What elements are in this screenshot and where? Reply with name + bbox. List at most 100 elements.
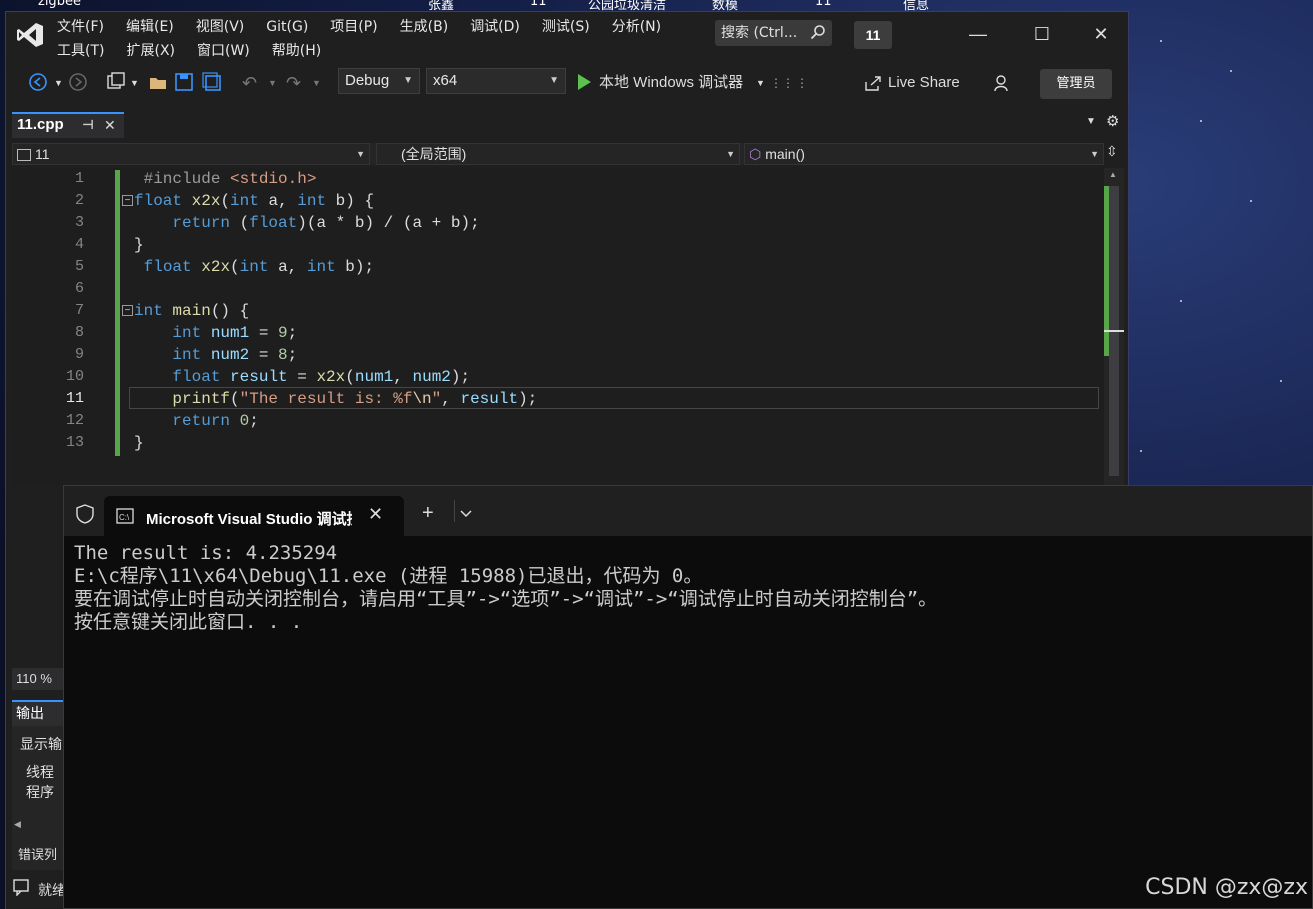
code-token: int: [306, 258, 336, 276]
debugger-dropdown-icon[interactable]: ▼: [756, 72, 765, 94]
start-debugger-button[interactable]: 本地 Windows 调试器: [599, 72, 743, 94]
code-line[interactable]: return (float)(a * b) / (a + b);: [134, 212, 537, 234]
new-project-icon[interactable]: [106, 72, 128, 92]
code-token: num2: [210, 346, 250, 364]
chevron-down-icon: ▼: [726, 149, 735, 159]
code-token: );: [450, 368, 471, 386]
code-token: "The result is: %f: [239, 390, 413, 408]
menu-debug[interactable]: 调试(D): [463, 16, 527, 38]
redo-icon[interactable]: ↷: [286, 72, 301, 94]
code-line[interactable]: float result = x2x(num1, num2);: [134, 366, 537, 388]
undo-dropdown-icon[interactable]: ▼: [268, 72, 277, 94]
tab-11-cpp[interactable]: 11.cpp ⊣ ✕: [12, 112, 124, 138]
maximize-button[interactable]: ☐: [1022, 22, 1062, 46]
notification-icon[interactable]: [12, 878, 30, 896]
scope-select[interactable]: (全局范围) ▼: [376, 143, 740, 165]
output-text: 线程: [26, 765, 54, 781]
tab-list-dropdown-icon[interactable]: ▼: [1086, 116, 1096, 127]
terminal-tab[interactable]: C:\ Microsoft Visual Studio 调试控制台 ✕: [104, 496, 404, 536]
step-icon[interactable]: ⋮⋮: [770, 72, 794, 94]
desktop-icon-label[interactable]: 11: [530, 0, 547, 9]
line-number: 5: [74, 258, 84, 275]
menu-extensions[interactable]: 扩展(X): [119, 40, 182, 62]
search-label: 搜索 (Ctrl...: [721, 25, 798, 41]
code-token: int: [172, 346, 202, 364]
terminal-output[interactable]: The result is: 4.235294 E:\c程序\11\x64\De…: [74, 542, 937, 634]
menu-project[interactable]: 项目(P): [323, 16, 384, 38]
save-all-icon[interactable]: [202, 72, 222, 92]
member-select[interactable]: ⬡ main() ▼: [744, 143, 1104, 165]
menu-analyze[interactable]: 分析(N): [605, 16, 668, 38]
zoom-level[interactable]: 110 %: [12, 668, 68, 690]
output-tab[interactable]: 输出: [12, 700, 68, 726]
feedback-icon[interactable]: [992, 73, 1012, 93]
code-token: (: [345, 368, 355, 386]
line-number: 3: [74, 214, 84, 231]
menu-file[interactable]: 文件(F): [50, 16, 111, 38]
scroll-up-icon[interactable]: ▲: [1109, 170, 1117, 179]
code-line[interactable]: }: [134, 234, 537, 256]
desktop-icon-label[interactable]: 11: [815, 0, 832, 9]
save-icon[interactable]: [174, 72, 194, 92]
desktop-icon-label[interactable]: zigbee: [38, 0, 81, 9]
menu-test[interactable]: 测试(S): [535, 16, 597, 38]
undo-icon[interactable]: ↶: [242, 72, 257, 94]
navigate-back-icon[interactable]: [28, 72, 48, 92]
menu-git[interactable]: Git(G): [259, 16, 315, 38]
close-window-button[interactable]: ✕: [1081, 22, 1121, 46]
chevron-down-icon[interactable]: [460, 510, 472, 518]
new-dropdown-icon[interactable]: ▼: [130, 72, 139, 94]
scroll-left-icon[interactable]: ◀: [14, 820, 21, 830]
code-token: a,: [268, 258, 307, 276]
code-line[interactable]: return 0;: [134, 410, 537, 432]
menu-tools[interactable]: 工具(T): [50, 40, 111, 62]
menu-help[interactable]: 帮助(H): [265, 40, 328, 62]
code-editor[interactable]: 1 2 3 4 5 6 7 8 9 10 11 12 13 − − #inclu…: [12, 168, 1124, 486]
line-number: 13: [65, 434, 84, 451]
code-token: }: [134, 434, 144, 452]
admin-badge[interactable]: 管理员: [1040, 69, 1112, 99]
code-token: )(a * b) / (a + b);: [297, 214, 480, 232]
error-list-tab[interactable]: 错误列: [18, 844, 57, 863]
code-line[interactable]: #include <stdio.h>: [134, 168, 537, 190]
code-line[interactable]: }: [134, 432, 537, 454]
close-tab-icon[interactable]: ✕: [368, 504, 383, 525]
solution-name-badge[interactable]: 11: [854, 21, 892, 49]
back-dropdown-icon[interactable]: ▼: [54, 72, 63, 94]
menu-window[interactable]: 窗口(W): [190, 40, 257, 62]
search-box[interactable]: 搜索 (Ctrl...: [715, 20, 832, 46]
live-share-icon: [865, 76, 881, 91]
code-line[interactable]: int num2 = 8;: [134, 344, 537, 366]
code-token: int: [230, 192, 259, 210]
split-view-icon[interactable]: ⇳: [1106, 143, 1118, 160]
minimize-button[interactable]: —: [958, 22, 998, 46]
open-folder-icon[interactable]: [148, 72, 168, 92]
configuration-select[interactable]: Debug ▼: [338, 68, 420, 94]
navigate-forward-icon[interactable]: [68, 72, 88, 92]
code-line[interactable]: int num1 = 9;: [134, 322, 537, 344]
code-line[interactable]: float x2x(int a, int b) {: [134, 190, 537, 212]
code-token: 9: [278, 324, 288, 342]
start-debugging-icon[interactable]: [576, 73, 592, 91]
fold-toggle-icon[interactable]: −: [122, 195, 133, 206]
step-over-icon[interactable]: ⋮: [796, 72, 808, 94]
menu-edit[interactable]: 编辑(E): [119, 16, 181, 38]
code-line[interactable]: printf("The result is: %f\n", result);: [134, 388, 537, 410]
fold-toggle-icon[interactable]: −: [122, 305, 133, 316]
settings-gear-icon[interactable]: ⚙: [1106, 112, 1119, 130]
line-number: 1: [74, 170, 84, 187]
code-line[interactable]: float x2x(int a, int b);: [134, 256, 537, 278]
live-share-button[interactable]: Live Share: [888, 72, 960, 94]
menu-view[interactable]: 视图(V): [189, 16, 252, 38]
code-line[interactable]: [134, 278, 537, 300]
vertical-scrollbar[interactable]: ▲: [1104, 168, 1124, 486]
menu-build[interactable]: 生成(B): [393, 16, 456, 38]
redo-dropdown-icon[interactable]: ▼: [312, 72, 321, 94]
close-tab-icon[interactable]: ✕: [104, 114, 116, 136]
code-line[interactable]: int main() {: [134, 300, 537, 322]
project-select[interactable]: 11 ▼: [12, 143, 370, 165]
pin-tab-icon[interactable]: ⊣: [82, 114, 94, 136]
new-tab-plus-icon[interactable]: +: [422, 502, 434, 525]
platform-select[interactable]: x64 ▼: [426, 68, 566, 94]
